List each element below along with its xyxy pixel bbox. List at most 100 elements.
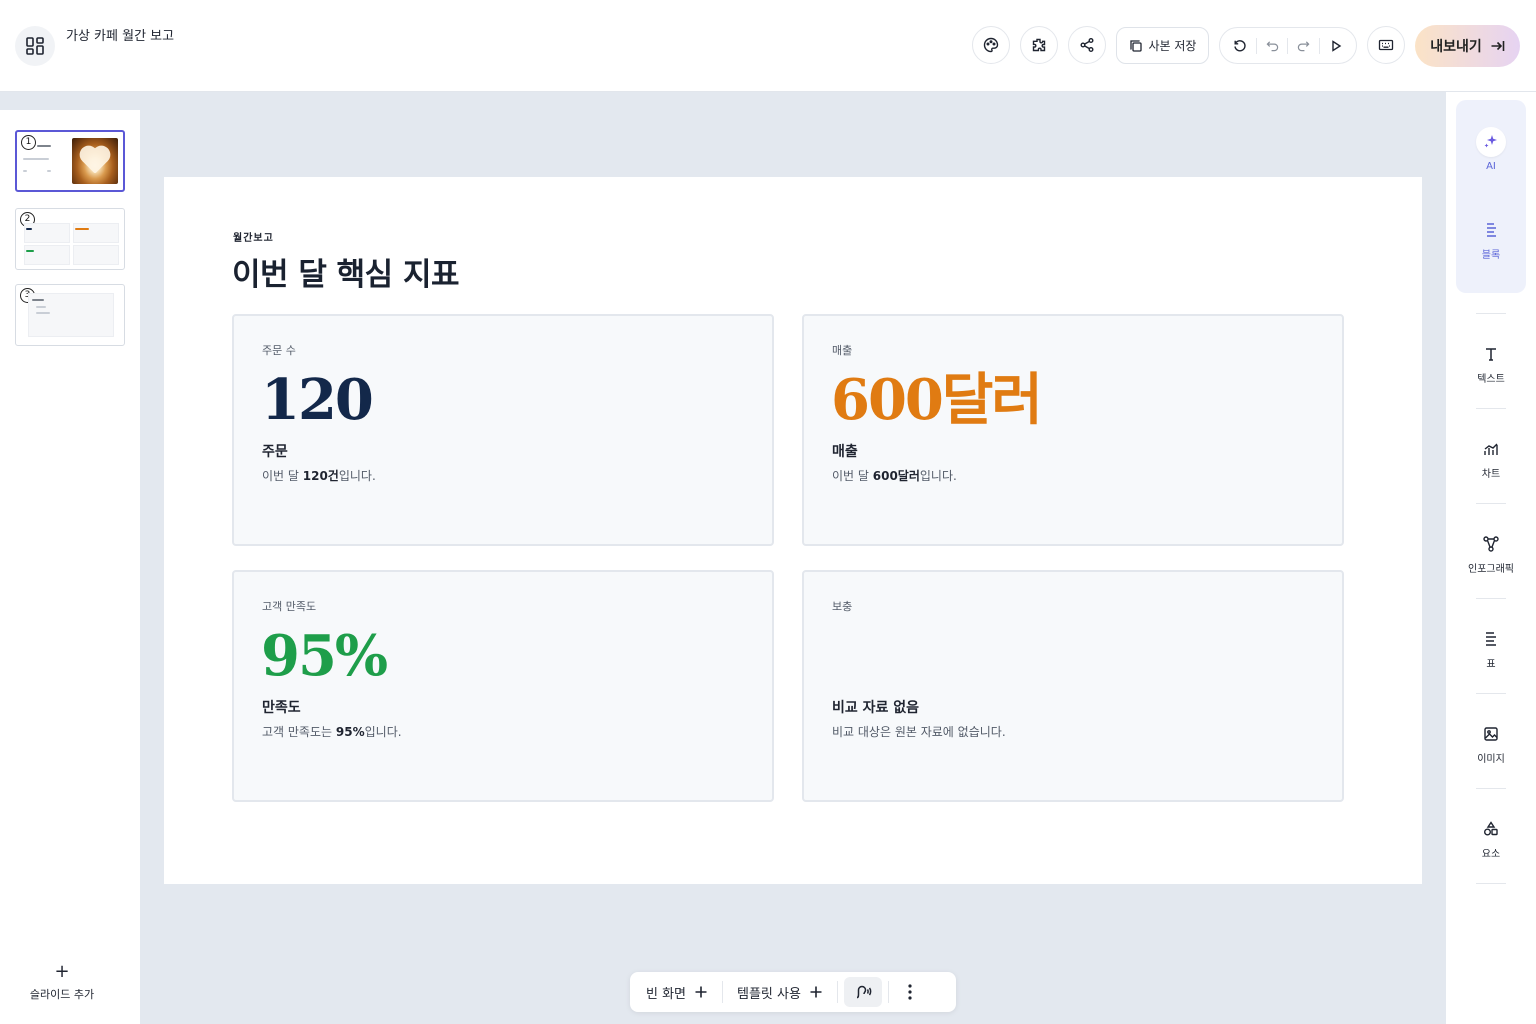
thumb-card (24, 245, 70, 265)
grid-icon (26, 37, 44, 55)
divider (1476, 788, 1506, 789)
apps-menu-button[interactable] (15, 26, 55, 66)
thumb-value-mark (26, 228, 32, 230)
tool-element-label: 요소 (1481, 849, 1501, 860)
sparkle-icon (1476, 127, 1506, 157)
divider (1476, 313, 1506, 314)
divider (1255, 37, 1257, 54)
document-title[interactable]: 가상 카페 월간 보고 (66, 27, 176, 46)
more-options-button[interactable] (895, 984, 925, 1000)
keyboard-shortcuts-button[interactable] (1367, 26, 1405, 64)
card-description: 비교 대상은 원본 자료에 없습니다. (832, 725, 1006, 739)
divider (722, 981, 724, 1003)
card-label: 매출 (832, 344, 853, 357)
metric-card-supplement[interactable]: 보충 비교 자료 없음 비교 대상은 원본 자료에 없습니다. (802, 570, 1344, 802)
divider (1476, 693, 1506, 694)
card-heading: 만족도 (262, 700, 301, 716)
thumb-value-mark (26, 250, 34, 252)
revert-button[interactable] (1231, 37, 1249, 55)
thumb-text-line (47, 170, 51, 172)
tool-ai[interactable]: AI (1446, 127, 1536, 172)
tool-infographic-label: 인포그래픽 (1468, 564, 1514, 575)
metric-card-orders[interactable]: 주문 수 120 주문 이번 달 120건입니다. (232, 314, 774, 546)
present-button[interactable] (1327, 37, 1345, 55)
card-value: 120 (261, 367, 374, 433)
add-blank-slide-button[interactable]: 빈 화면 (638, 977, 716, 1007)
tool-table[interactable]: 표 (1446, 629, 1536, 670)
divider (1476, 503, 1506, 504)
blank-label: 빈 화면 (646, 986, 687, 1002)
slide-thumbnail-3[interactable]: 3 (15, 284, 125, 346)
metric-card-revenue[interactable]: 매출 600달러 매출 이번 달 600달러입니다. (802, 314, 1344, 546)
voice-button[interactable] (843, 977, 882, 1007)
export-label: 내보내기 (1430, 39, 1482, 55)
metric-card-satisfaction[interactable]: 고객 만족도 95% 만족도 고객 만족도는 95%입니다. (232, 570, 774, 802)
add-slide-button[interactable]: + 슬라이드 추가 (0, 962, 124, 1002)
card-label: 보충 (832, 600, 853, 613)
thumb-title-line (32, 299, 44, 301)
card-description: 이번 달 120건입니다. (262, 469, 376, 483)
divider (1476, 883, 1506, 884)
palette-icon (983, 37, 999, 53)
tool-element[interactable]: 요소 (1446, 819, 1536, 860)
card-description: 이번 달 600달러입니다. (832, 469, 957, 483)
export-button[interactable]: 내보내기 (1415, 25, 1520, 67)
rotate-ccw-icon (1234, 39, 1246, 51)
card-heading: 비교 자료 없음 (832, 700, 920, 716)
voice-icon (856, 985, 872, 999)
slide-thumbnail-2[interactable]: 2 (15, 208, 125, 270)
blocks-icon (1487, 223, 1496, 237)
tool-block-label: 블록 (1481, 250, 1501, 261)
undo-button[interactable] (1263, 37, 1281, 55)
tool-chart-label: 차트 (1481, 469, 1501, 480)
history-controls (1219, 27, 1357, 64)
shapes-icon (1484, 821, 1498, 836)
thumb-text-line (23, 158, 49, 160)
tool-table-label: 표 (1486, 659, 1496, 670)
slide-eyebrow[interactable]: 월간보고 (233, 229, 274, 244)
slide-canvas[interactable]: 월간보고 이번 달 핵심 지표 주문 수 120 주문 이번 달 120건입니다… (164, 177, 1422, 884)
tool-image-label: 이미지 (1477, 754, 1505, 765)
thumb-title-line (37, 145, 51, 147)
slides-panel: 1 2 3 + 슬라이드 추가 (0, 110, 140, 1024)
plus-icon (810, 986, 822, 998)
card-label: 고객 만족도 (262, 600, 317, 613)
thumb-value-mark (75, 228, 89, 230)
add-slide-label: 슬라이드 추가 (29, 988, 95, 1001)
plus-icon (695, 986, 707, 998)
slide-number: 1 (21, 135, 36, 150)
divider (836, 981, 838, 1003)
tool-text[interactable]: 텍스트 (1446, 344, 1536, 385)
tool-image[interactable]: 이미지 (1446, 724, 1536, 765)
keyboard-icon (1378, 39, 1394, 51)
slide-thumbnail-1[interactable]: 1 (15, 130, 125, 192)
thumb-card (73, 245, 119, 265)
use-template-button[interactable]: 템플릿 사용 (729, 977, 831, 1007)
tool-chart[interactable]: 차트 (1446, 439, 1536, 480)
divider (1476, 598, 1506, 599)
chart-icon (1484, 443, 1498, 455)
divider (887, 981, 889, 1003)
top-bar: 가상 카페 월간 보고 사본 저장 내보내기 (0, 0, 1536, 92)
divider (1476, 408, 1506, 409)
divider (1319, 37, 1321, 54)
thumb-text-line (36, 306, 46, 308)
tool-text-label: 텍스트 (1477, 374, 1505, 385)
tool-ai-label: AI (1486, 161, 1496, 172)
tool-block[interactable]: 블록 (1446, 220, 1536, 261)
divider (1287, 37, 1289, 54)
save-copy-button[interactable]: 사본 저장 (1116, 27, 1209, 64)
tool-infographic[interactable]: 인포그래픽 (1446, 534, 1536, 575)
theme-button[interactable] (972, 26, 1010, 64)
card-heading: 매출 (832, 444, 858, 460)
redo-button[interactable] (1295, 37, 1313, 55)
plugins-button[interactable] (1020, 26, 1058, 64)
thumb-text-line (36, 312, 50, 314)
card-label: 주문 수 (262, 344, 296, 357)
export-arrow-icon (1491, 41, 1505, 51)
table-icon (1486, 632, 1496, 646)
slide-title[interactable]: 이번 달 핵심 지표 (232, 249, 460, 294)
tools-panel: AI 블록 텍스트 차트 인포그래픽 표 이미지 요소 (1446, 92, 1536, 1024)
thumb-text-line (23, 170, 27, 172)
share-button[interactable] (1068, 26, 1106, 64)
